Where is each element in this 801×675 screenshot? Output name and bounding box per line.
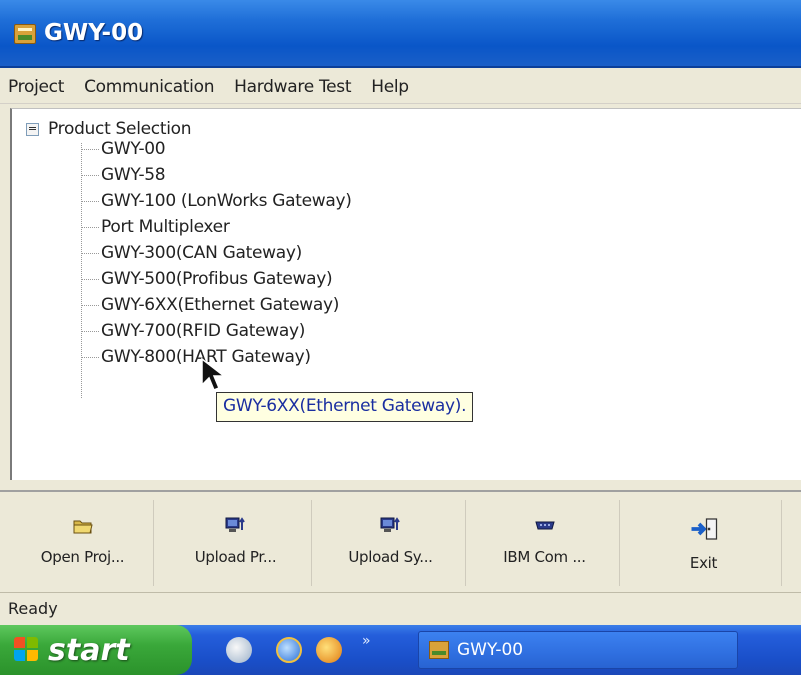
upload-system-button[interactable]: Upload Sy... (316, 500, 466, 586)
upload-program-button[interactable]: Upload Pr... (160, 500, 312, 586)
exit-label: Exit (689, 554, 718, 572)
ibm-com-button[interactable]: IBM Com ... (470, 500, 620, 586)
tree-item-gwy-58[interactable]: GWY-58 (81, 162, 166, 188)
tree-branch-line (81, 174, 99, 176)
tree-item-label: GWY-700(RFID Gateway) (101, 321, 306, 341)
application-window: GWY-00 Project Communication Hardware Te… (0, 0, 801, 675)
menu-help[interactable]: Help (371, 77, 409, 97)
tree-item-label: GWY-100 (LonWorks Gateway) (101, 191, 352, 211)
product-tree-panel: Product Selection GWY-00 GWY-58 GWY-100 … (10, 108, 801, 480)
exit-button[interactable]: Exit (626, 500, 782, 586)
taskbar-window-label: GWY-00 (457, 640, 524, 660)
app-icon (429, 641, 449, 659)
tree-item-gwy-700[interactable]: GWY-700(RFID Gateway) (81, 318, 305, 344)
windows-logo-icon (14, 637, 40, 663)
tree-item-label: GWY-300(CAN Gateway) (101, 243, 302, 263)
windows-taskbar: start » GWY-00 (0, 625, 801, 675)
tree-branch-line (81, 278, 99, 280)
tree-item-gwy-800[interactable]: GWY-800(HART Gateway) (81, 344, 311, 370)
collapse-icon[interactable] (26, 122, 39, 136)
exit-door-icon (691, 518, 717, 540)
tree-item-label: Port Multiplexer (101, 217, 230, 237)
tree-branch-line (81, 148, 99, 150)
computer-upload-icon (225, 517, 245, 532)
status-text: Ready (8, 599, 58, 618)
tree-item-label: GWY-6XX(Ethernet Gateway) (101, 295, 340, 315)
start-label: start (48, 632, 130, 668)
tree-branch-line (81, 200, 99, 202)
media-icon[interactable] (316, 637, 342, 663)
tree-item-port-multiplexer[interactable]: Port Multiplexer (81, 214, 230, 240)
tree-item-label: GWY-500(Profibus Gateway) (101, 269, 333, 289)
open-project-button[interactable]: Open Proj... (12, 500, 154, 586)
tree-item-gwy-100[interactable]: GWY-100 (LonWorks Gateway) (81, 188, 352, 214)
tooltip: GWY-6XX(Ethernet Gateway). (216, 392, 474, 422)
taskbar-window-button[interactable]: GWY-00 (418, 631, 738, 669)
tree-item-label: GWY-00 (101, 139, 166, 159)
upload-system-label: Upload Sy... (348, 548, 433, 566)
tree-branch-line (81, 252, 99, 254)
folder-open-icon (73, 520, 93, 534)
menu-project[interactable]: Project (8, 77, 64, 97)
tree-branch-line (81, 330, 99, 332)
computer-upload-icon (380, 517, 400, 532)
tree-item-gwy-300[interactable]: GWY-300(CAN Gateway) (81, 240, 302, 266)
tree-branch-line (81, 304, 99, 306)
app-icon (14, 24, 36, 44)
ie-icon[interactable] (276, 637, 302, 663)
status-bar: Ready (0, 592, 801, 624)
tree-item-gwy-6xx[interactable]: GWY-6XX(Ethernet Gateway) (81, 292, 339, 318)
toolbar: Open Proj... Upload Pr... Upload Sy... I… (0, 490, 801, 590)
ibm-com-label: IBM Com ... (503, 548, 586, 566)
window-title: GWY-00 (44, 20, 144, 46)
menu-hardware-test[interactable]: Hardware Test (234, 77, 351, 97)
start-button[interactable]: start (0, 625, 192, 675)
upload-program-label: Upload Pr... (194, 548, 277, 566)
tree-item-gwy-500[interactable]: GWY-500(Profibus Gateway) (81, 266, 333, 292)
menu-bar: Project Communication Hardware Test Help (0, 70, 801, 104)
chevron-icon[interactable]: » (362, 633, 371, 649)
title-bar[interactable]: GWY-00 (0, 0, 801, 68)
tree-item-label: GWY-58 (101, 165, 166, 185)
browser-icon[interactable] (226, 637, 252, 663)
tree-branch-line (81, 356, 99, 358)
mouse-cursor-icon (201, 357, 227, 391)
menu-communication[interactable]: Communication (84, 77, 214, 97)
serial-port-icon (534, 521, 555, 530)
open-project-label: Open Proj... (40, 548, 125, 566)
tree-branch-line (81, 226, 99, 228)
tree-item-gwy-00[interactable]: GWY-00 (81, 136, 166, 162)
